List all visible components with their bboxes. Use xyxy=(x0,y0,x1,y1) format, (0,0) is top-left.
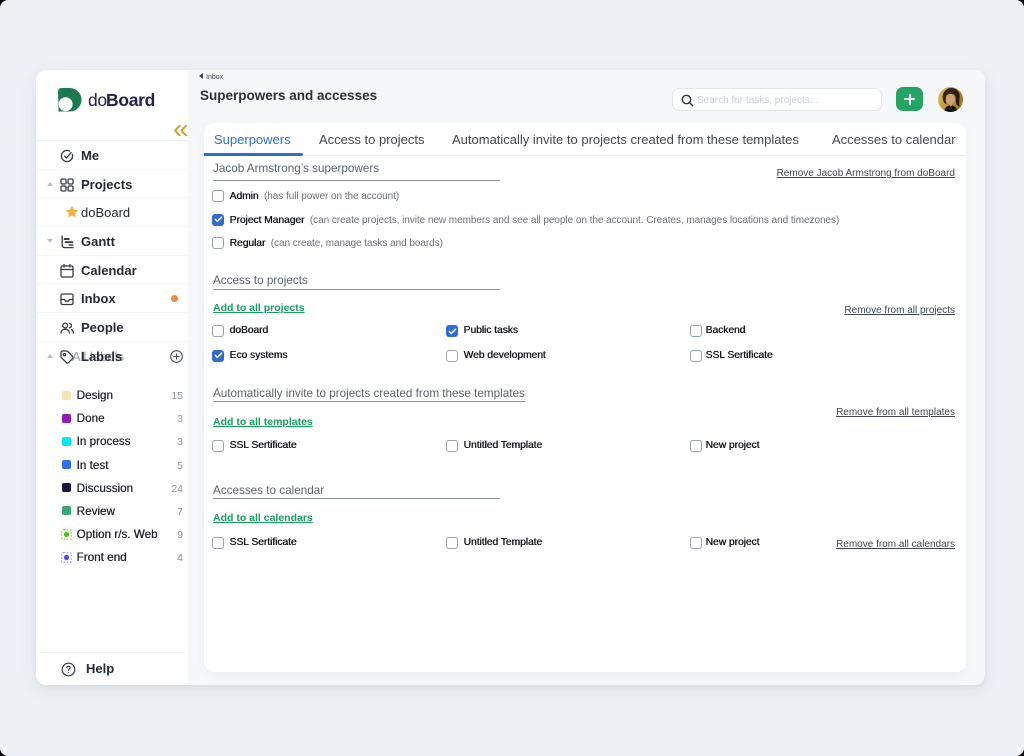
svg-text:Board: Board xyxy=(106,90,155,110)
svg-text:do: do xyxy=(88,90,107,110)
